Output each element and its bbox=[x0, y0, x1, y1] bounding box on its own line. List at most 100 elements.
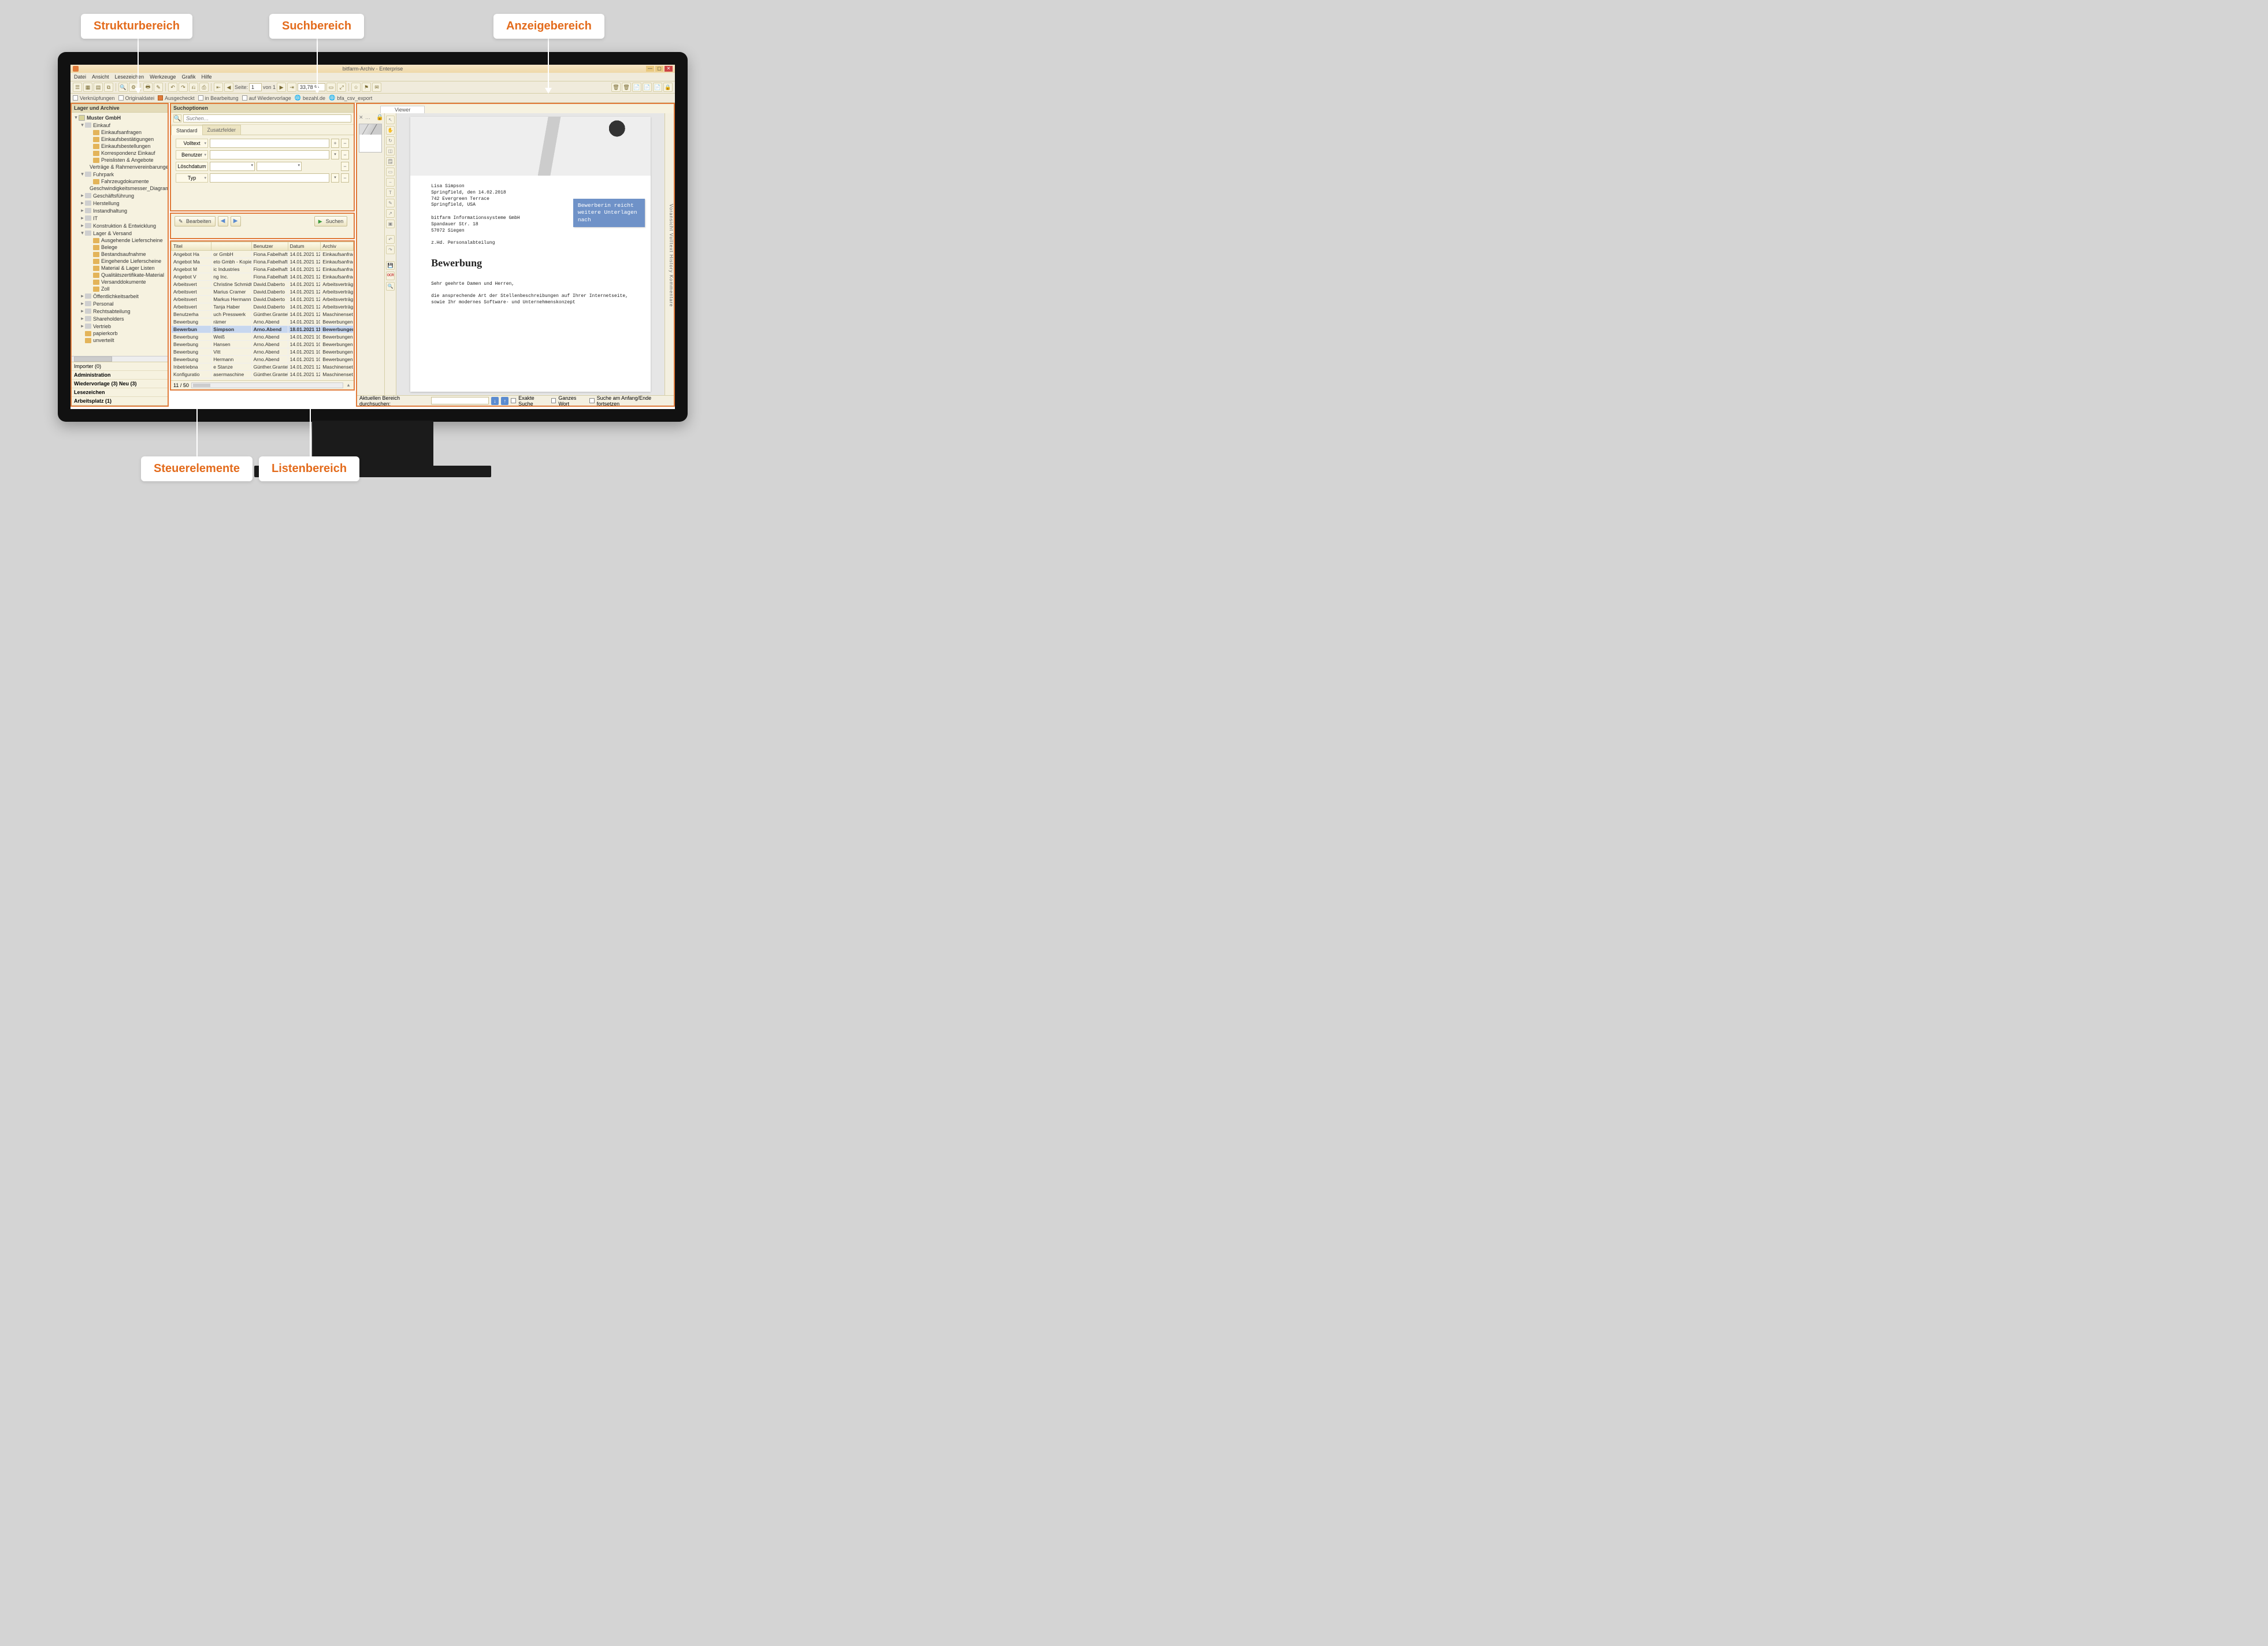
bottom-section-item[interactable]: Wiedervorlage (3) Neu (3) bbox=[72, 380, 168, 388]
stamp-icon[interactable]: ▣ bbox=[386, 220, 395, 228]
bottom-section-item[interactable]: Administration bbox=[72, 371, 168, 380]
toolbar-nav-prev-icon[interactable]: ◀ bbox=[224, 83, 233, 92]
ocr-icon[interactable]: OCR bbox=[386, 272, 395, 280]
tree-node[interactable]: papierkorb bbox=[72, 330, 168, 337]
tree-node[interactable]: Versanddokumente bbox=[72, 278, 168, 285]
grid-header[interactable] bbox=[211, 242, 251, 251]
toolbar-zoom-fit-icon[interactable]: ▭ bbox=[326, 83, 336, 92]
zoom-icon[interactable]: 🔍 bbox=[386, 282, 395, 291]
tree-node[interactable]: ▾Fuhrpark bbox=[72, 170, 168, 178]
tree-node[interactable]: Fahrzeugdokumente bbox=[72, 178, 168, 185]
tree-node[interactable]: Einkaufsbestätigungen bbox=[72, 136, 168, 143]
tree-node[interactable]: ▸Vertrieb bbox=[72, 322, 168, 330]
field-remove-button[interactable]: − bbox=[341, 150, 349, 159]
table-row[interactable]: Angebot Mic IndustriesFiona.Fabelhaft14.… bbox=[172, 266, 354, 273]
bottom-section-item[interactable]: Lesezeichen bbox=[72, 388, 168, 397]
grid-scroll-up[interactable]: ▴ bbox=[346, 382, 351, 388]
hand-icon[interactable]: ✋ bbox=[386, 126, 395, 135]
tree-node[interactable]: unverteilt bbox=[72, 337, 168, 344]
grid-header[interactable]: Titel bbox=[172, 242, 211, 251]
save-icon[interactable]: 💾 bbox=[386, 261, 395, 270]
arrow-icon[interactable]: ↗ bbox=[386, 209, 395, 218]
toolbar-redo-icon[interactable]: ↷ bbox=[179, 83, 188, 92]
tree-node[interactable]: Bestandsaufnahme bbox=[72, 251, 168, 258]
field-volltext-input[interactable] bbox=[210, 139, 329, 148]
field-typ-label[interactable]: Typ bbox=[176, 173, 208, 183]
toolbar-icon[interactable]: ⧉ bbox=[104, 83, 113, 92]
tree-node[interactable]: Verträge & Rahmenvereinbarungen bbox=[72, 164, 168, 170]
menu-datei[interactable]: Datei bbox=[74, 74, 86, 80]
viewer-tab[interactable]: Viewer bbox=[380, 106, 425, 113]
undo-icon[interactable]: ↶ bbox=[386, 235, 395, 244]
crop-icon[interactable]: ◫ bbox=[386, 147, 395, 155]
field-remove-button[interactable]: − bbox=[341, 173, 349, 183]
toolbar-icon[interactable]: ▦ bbox=[83, 83, 92, 92]
menu-grafik[interactable]: Grafik bbox=[181, 74, 195, 80]
chk-ganzes[interactable] bbox=[551, 398, 556, 403]
toolbar-icon[interactable]: 📄 bbox=[632, 83, 641, 92]
toolbar-zoom-icon[interactable]: ⤢ bbox=[337, 83, 346, 92]
field-typ-input[interactable] bbox=[210, 173, 329, 183]
toolbar-nav-last-icon[interactable]: ⇥ bbox=[287, 83, 296, 92]
table-row[interactable]: Angebot Haor GmbHFiona.Fabelhaft14.01.20… bbox=[172, 251, 354, 258]
table-row[interactable]: Angebot Maeto Gmbh - KopieFiona.Fabelhaf… bbox=[172, 258, 354, 266]
tab-zusatzfelder[interactable]: Zusatzfelder bbox=[202, 125, 242, 135]
toolbar-icon[interactable]: 📄 bbox=[643, 83, 652, 92]
tree-node[interactable]: Einkaufsbestellungen bbox=[72, 143, 168, 150]
document-canvas[interactable]: Bewerberin reicht weitere Unterlagen nac… bbox=[396, 113, 665, 395]
toolbar-icon[interactable]: ☆ bbox=[351, 83, 361, 92]
bottom-section-item[interactable]: Arbeitsplatz (1) bbox=[72, 397, 168, 406]
viewer-search-input[interactable] bbox=[431, 397, 489, 404]
table-row[interactable]: ArbeitsvertMarius CramerDavid.Daberto14.… bbox=[172, 288, 354, 296]
line-icon[interactable]: ⎯ bbox=[386, 178, 395, 187]
toolbar-nav-next-icon[interactable]: ▶ bbox=[277, 83, 286, 92]
toolbar-nav-first-icon[interactable]: ⇤ bbox=[214, 83, 223, 92]
tree-node[interactable]: ▸Personal bbox=[72, 300, 168, 307]
close-thumb-icon[interactable]: ✕ bbox=[359, 114, 363, 121]
nav-prev-button[interactable]: ◀ bbox=[218, 216, 228, 226]
grid-header[interactable]: Datum bbox=[288, 242, 321, 251]
search-input[interactable] bbox=[183, 114, 351, 122]
field-benutzer-input[interactable] bbox=[210, 150, 329, 159]
grid-hscrollbar[interactable] bbox=[191, 382, 343, 388]
edit-button[interactable]: ✎Bearbeiten bbox=[175, 216, 216, 226]
tree-node[interactable]: Qualitätszertifikate-Material bbox=[72, 272, 168, 278]
window-minimize-button[interactable]: — bbox=[646, 66, 654, 72]
grid-header[interactable]: Archiv bbox=[321, 242, 354, 251]
menu-lesezeichen[interactable]: Lesezeichen bbox=[115, 74, 144, 80]
toolbar-icon[interactable]: ⚑ bbox=[362, 83, 371, 92]
tree-node[interactable]: ▸Öffentlichkeitsarbeit bbox=[72, 292, 168, 300]
table-row[interactable]: BewerbungWeißArno.Abend14.01.2021 10:3Be… bbox=[172, 333, 354, 341]
link-bezahlde[interactable]: 🌐 bezahl.de bbox=[295, 95, 325, 101]
nav-next-button[interactable]: ▶ bbox=[231, 216, 241, 226]
grid-header[interactable]: Benutzer bbox=[251, 242, 288, 251]
filter-aufwiedervorlage[interactable]: auf Wiedervorlage bbox=[242, 95, 291, 101]
tree-node[interactable]: ▸Geschäftsführung bbox=[72, 192, 168, 199]
archive-tree[interactable]: ▾Muster GmbH ▾EinkaufEinkaufsanfragenEin… bbox=[72, 113, 168, 356]
filter-originaldatei[interactable]: Originaldatei bbox=[118, 95, 155, 101]
highlight-icon[interactable]: ▭ bbox=[386, 168, 395, 176]
field-benutzer-dropdown[interactable]: ▾ bbox=[331, 150, 339, 159]
window-maximize-button[interactable]: ▢ bbox=[655, 66, 663, 72]
toolbar-search-icon[interactable]: 🔍 bbox=[118, 83, 128, 92]
table-row[interactable]: Inbetriebnae StanzeGünther.Grantelh14.01… bbox=[172, 363, 354, 371]
field-add-button[interactable]: + bbox=[331, 139, 339, 148]
tree-node[interactable]: ▸Rechtsabteilung bbox=[72, 307, 168, 315]
field-loeschdatum-label[interactable]: Löschdatum bbox=[176, 162, 208, 171]
toolbar-icon[interactable]: ✎ bbox=[154, 83, 163, 92]
filter-verknuepfungen[interactable]: Verknüpfungen bbox=[73, 95, 115, 101]
search-button[interactable]: ▶Suchen bbox=[314, 216, 348, 226]
toolbar-icon[interactable]: 🗑 bbox=[611, 83, 621, 92]
field-benutzer-label[interactable]: Benutzer bbox=[176, 150, 208, 159]
tree-node[interactable]: Belege bbox=[72, 244, 168, 251]
page-number-input[interactable] bbox=[249, 83, 262, 91]
toolbar-print-icon[interactable]: 🖶 bbox=[143, 83, 153, 92]
chk-exakte[interactable] bbox=[511, 398, 516, 403]
tree-node[interactable]: Material & Lager Listen bbox=[72, 265, 168, 272]
toolbar-lock-icon[interactable]: 🔒 bbox=[663, 83, 673, 92]
tree-root[interactable]: ▾Muster GmbH bbox=[72, 114, 168, 121]
table-row[interactable]: BewerbungHansenArno.Abend14.01.2021 10:5… bbox=[172, 341, 354, 348]
tree-node[interactable]: ▸Shareholders bbox=[72, 315, 168, 322]
table-row[interactable]: BewerbungHermannArno.Abend14.01.2021 10:… bbox=[172, 356, 354, 363]
tree-node[interactable]: ▸Herstellung bbox=[72, 199, 168, 207]
